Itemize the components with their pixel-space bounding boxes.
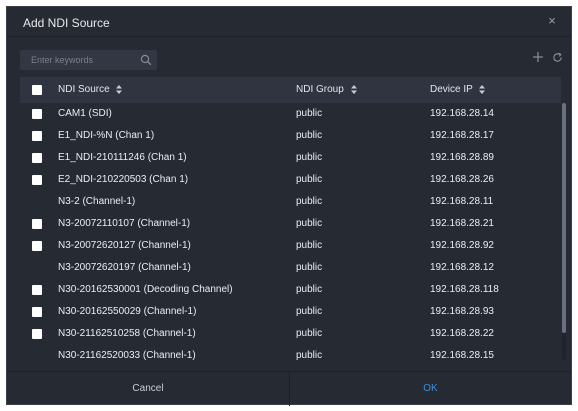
ndi-source-cell: N30-21162510258 (Channel-1) — [58, 328, 196, 339]
sort-icon — [116, 84, 123, 94]
row-checkbox[interactable] — [32, 307, 42, 317]
column-header-ndi-group[interactable]: NDI Group — [296, 84, 357, 95]
device-ip-cell: 192.168.28.26 — [430, 174, 494, 185]
sort-icon — [479, 84, 486, 94]
search-box — [20, 50, 157, 70]
dialog-title: Add NDI Source — [23, 16, 110, 30]
ndi-source-cell: E1_NDI-210111246 (Chan 1) — [58, 152, 187, 163]
table-row[interactable]: N30-20162530001 (Decoding Channel) publi… — [20, 279, 561, 301]
column-header-label: NDI Source — [58, 84, 110, 95]
table-row[interactable]: N3-2 (Channel-1) public 192.168.28.11 — [20, 191, 561, 213]
column-header-label: NDI Group — [296, 84, 344, 95]
table-row[interactable]: N30-21162510258 (Channel-1) public 192.1… — [20, 323, 561, 345]
table-row[interactable]: N30-20162550029 (Channel-1) public 192.1… — [20, 301, 561, 323]
device-ip-cell: 192.168.28.11 — [430, 196, 494, 207]
ndi-source-list: CAM1 (SDI) public 192.168.28.14 E1_NDI-%… — [20, 103, 561, 367]
device-ip-cell: 192.168.28.21 — [430, 218, 494, 229]
close-icon[interactable]: × — [545, 14, 559, 28]
row-checkbox[interactable] — [32, 109, 42, 119]
cancel-button[interactable]: Cancel — [7, 372, 290, 406]
device-ip-cell: 192.168.28.118 — [430, 284, 499, 295]
sort-icon — [350, 84, 357, 94]
device-ip-cell: 192.168.28.14 — [430, 108, 494, 119]
row-checkbox[interactable] — [32, 175, 42, 185]
column-header-device-ip[interactable]: Device IP — [430, 84, 486, 95]
ndi-source-cell: N3-20072620197 (Channel-1) — [58, 262, 191, 273]
ndi-group-cell: public — [296, 240, 323, 251]
refresh-icon[interactable] — [552, 52, 563, 63]
device-ip-cell: 192.168.28.92 — [430, 240, 494, 251]
table-row[interactable]: N3-20072110107 (Channel-1) public 192.16… — [20, 213, 561, 235]
ndi-source-cell: N3-20072110107 (Channel-1) — [58, 218, 191, 229]
row-checkbox[interactable] — [32, 153, 42, 163]
table-row[interactable]: E1_NDI-210111246 (Chan 1) public 192.168… — [20, 147, 561, 169]
table-row[interactable]: E1_NDI-%N (Chan 1) public 192.168.28.17 — [20, 125, 561, 147]
device-ip-cell: 192.168.28.15 — [430, 350, 494, 361]
table-row[interactable]: CAM1 (SDI) public 192.168.28.14 — [20, 103, 561, 125]
ndi-source-cell: N30-20162550029 (Channel-1) — [58, 306, 197, 317]
add-ndi-source-dialog: Add NDI Source × NDI Source NDI Group — [6, 6, 572, 406]
ndi-group-cell: public — [296, 196, 323, 207]
ndi-group-cell: public — [296, 350, 323, 361]
table-row[interactable]: N3-20072620197 (Channel-1) public 192.16… — [20, 257, 561, 279]
ndi-group-cell: public — [296, 130, 323, 141]
row-checkbox[interactable] — [32, 219, 42, 229]
device-ip-cell: 192.168.28.89 — [430, 152, 494, 163]
ndi-group-cell: public — [296, 152, 323, 163]
ndi-group-cell: public — [296, 262, 323, 273]
ndi-source-cell: CAM1 (SDI) — [58, 108, 112, 119]
ndi-source-cell: N3-2 (Channel-1) — [58, 196, 136, 207]
table-row[interactable]: E2_NDI-210220503 (Chan 1) public 192.168… — [20, 169, 561, 191]
ndi-group-cell: public — [296, 108, 323, 119]
ndi-group-cell: public — [296, 284, 323, 295]
add-icon[interactable] — [532, 51, 544, 63]
scrollbar-thumb[interactable] — [562, 103, 566, 333]
device-ip-cell: 192.168.28.93 — [430, 306, 494, 317]
ok-button[interactable]: OK — [290, 372, 571, 406]
ndi-source-cell: N30-21162520033 (Channel-1) — [58, 350, 196, 361]
device-ip-cell: 192.168.28.17 — [430, 130, 494, 141]
list-scrollbar[interactable] — [562, 103, 566, 360]
search-input[interactable] — [20, 50, 135, 70]
select-all-checkbox[interactable] — [32, 85, 42, 95]
ndi-group-cell: public — [296, 218, 323, 229]
device-ip-cell: 192.168.28.12 — [430, 262, 494, 273]
row-checkbox[interactable] — [32, 329, 42, 339]
ndi-group-cell: public — [296, 174, 323, 185]
column-header-ndi-source[interactable]: NDI Source — [58, 84, 123, 95]
row-checkbox[interactable] — [32, 241, 42, 251]
search-icon[interactable] — [140, 54, 152, 66]
ndi-source-cell: N30-20162530001 (Decoding Channel) — [58, 284, 233, 295]
dialog-footer: Cancel OK — [7, 371, 571, 406]
row-checkbox[interactable] — [32, 131, 42, 141]
dialog-titlebar: Add NDI Source × — [7, 7, 571, 37]
ndi-group-cell: public — [296, 328, 323, 339]
row-checkbox[interactable] — [32, 285, 42, 295]
ndi-group-cell: public — [296, 306, 323, 317]
ndi-source-cell: E1_NDI-%N (Chan 1) — [58, 130, 155, 141]
table-row[interactable]: N30-21162520033 (Channel-1) public 192.1… — [20, 345, 561, 367]
table-row[interactable]: N3-20072620127 (Channel-1) public 192.16… — [20, 235, 561, 257]
device-ip-cell: 192.168.28.22 — [430, 328, 494, 339]
column-header-label: Device IP — [430, 84, 473, 95]
table-header: NDI Source NDI Group Device IP — [20, 77, 561, 103]
ndi-source-cell: E2_NDI-210220503 (Chan 1) — [58, 174, 189, 185]
ndi-source-cell: N3-20072620127 (Channel-1) — [58, 240, 191, 251]
